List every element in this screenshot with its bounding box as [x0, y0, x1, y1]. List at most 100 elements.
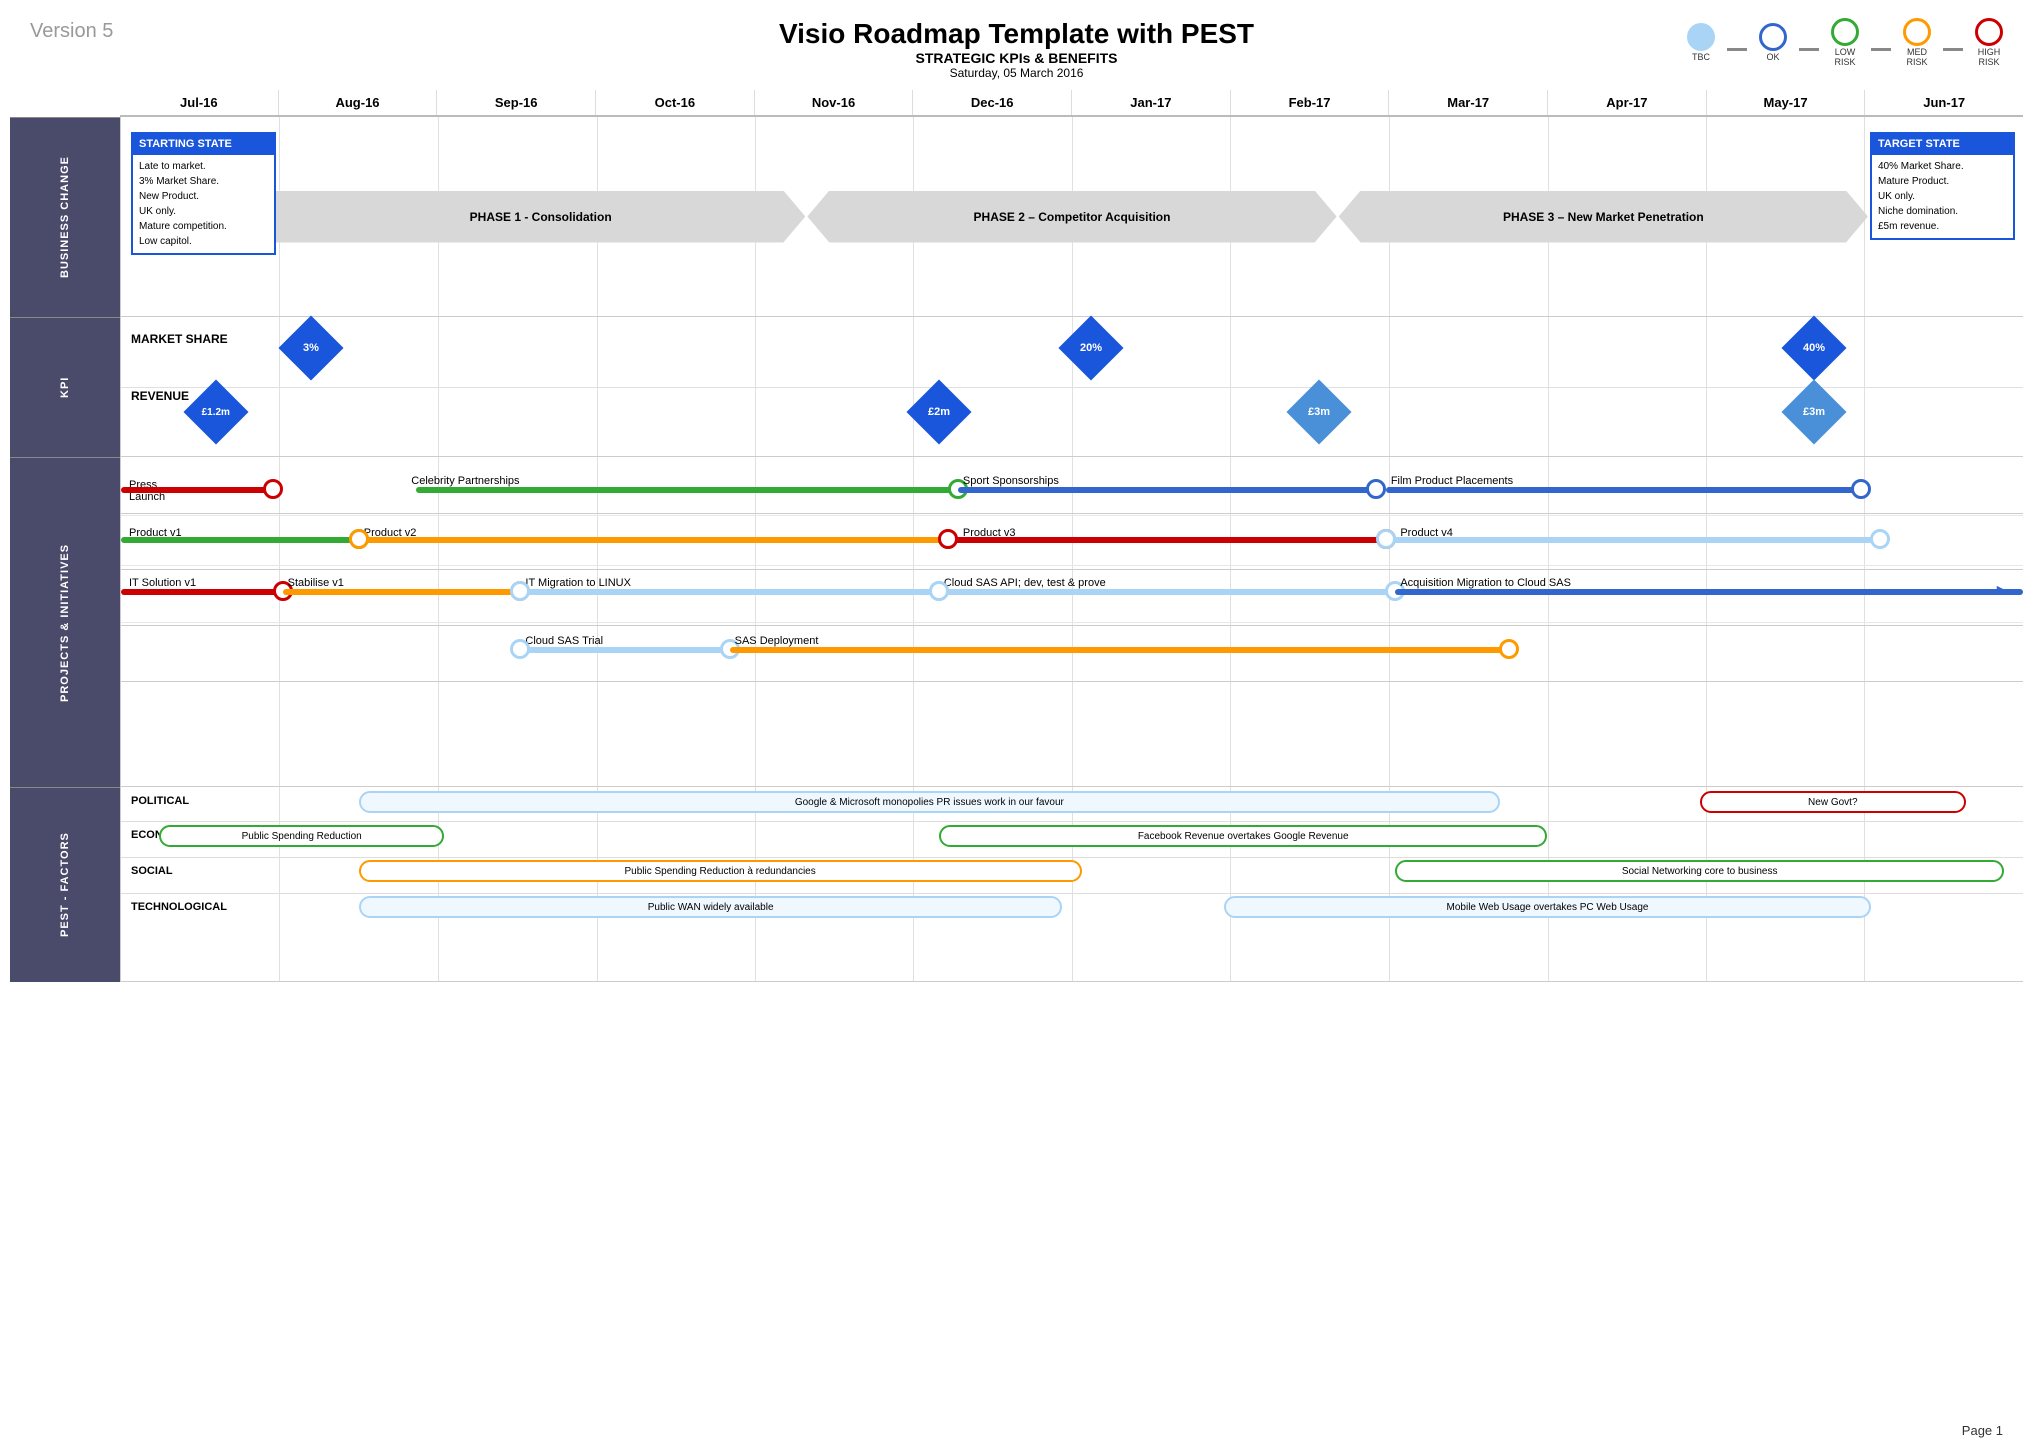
- it-solution-label: IT Solution v1: [129, 577, 196, 589]
- target-state-box: TARGET STATE 40% Market Share.Mature Pro…: [1870, 132, 2015, 240]
- product-v2-start-dot: [349, 529, 369, 549]
- projects-label: PROJECTS & INITIATIVES: [10, 457, 120, 787]
- market-share-label: MARKET SHARE: [131, 332, 228, 346]
- legend-connector-1: [1727, 48, 1747, 51]
- proj-div-3: [121, 622, 2023, 623]
- pest-vgrid-6: [1072, 787, 1073, 981]
- pest-vgrid-4: [755, 787, 756, 981]
- social-label: SOCIAL: [131, 865, 173, 877]
- product-v3-bar: [948, 537, 1385, 543]
- cloud-sas-api-start-dot: [929, 581, 949, 601]
- film-dot: [1851, 479, 1871, 499]
- product-v4-bar: [1386, 537, 1881, 543]
- phase-3-arrow: PHASE 3 – New Market Penetration: [1339, 191, 1868, 243]
- it-solution-bar: [121, 589, 283, 595]
- pest-vgrid-8: [1389, 787, 1390, 981]
- header: Version 5 Visio Roadmap Template with PE…: [10, 10, 2023, 84]
- kpi-divider: [121, 387, 2023, 388]
- rev-diamond-1: £1.2m: [184, 379, 249, 444]
- phase-1-label: PHASE 1 - Consolidation: [470, 210, 612, 224]
- month-aug: Aug-16: [279, 90, 438, 115]
- proj-hdiv-2: [121, 569, 2023, 570]
- rev-val-3: £3m: [1308, 406, 1330, 418]
- ok-circle: [1759, 23, 1787, 51]
- pest-hdiv-2: [121, 857, 2023, 858]
- month-apr: Apr-17: [1548, 90, 1707, 115]
- celebrity-bar: [416, 487, 958, 493]
- pest-hdiv-1: [121, 821, 2023, 822]
- product-v2-bar: [359, 537, 949, 543]
- business-change-label: BUSINESS CHANGE: [10, 117, 120, 317]
- product-v4-end-dot: [1870, 529, 1890, 549]
- acq-migration-label: Acquisition Migration to Cloud SAS: [1400, 577, 1571, 589]
- it-migration-label: IT Migration to LINUX: [525, 577, 631, 589]
- legend-low-risk: LOWRISK: [1831, 18, 1859, 68]
- phase-3-label: PHASE 3 – New Market Penetration: [1503, 210, 1704, 224]
- political-bar-1: Google & Microsoft monopolies PR issues …: [359, 791, 1500, 813]
- rev-val-2: £2m: [928, 406, 950, 418]
- low-risk-circle: [1831, 18, 1859, 46]
- ms-diamond-20: 20%: [1058, 315, 1123, 380]
- timeline-container: Jul-16 Aug-16 Sep-16 Oct-16 Nov-16 Dec-1…: [10, 90, 2023, 982]
- date-label: Saturday, 05 March 2016: [10, 66, 2023, 80]
- page: Version 5 Visio Roadmap Template with PE…: [0, 0, 2033, 1448]
- target-state-title: TARGET STATE: [1872, 134, 2013, 155]
- month-nov: Nov-16: [755, 90, 914, 115]
- pest-vgrid-5: [913, 787, 914, 981]
- page-number: Page 1: [1962, 1423, 2003, 1438]
- pest-hdiv-3: [121, 893, 2023, 894]
- ms-val-20: 20%: [1080, 342, 1102, 354]
- social-bar-1: Public Spending Reduction à redundancies: [359, 860, 1082, 882]
- projects-section: PROJECTS & INITIATIVES PressLaunch: [10, 457, 2023, 787]
- month-may: May-17: [1707, 90, 1866, 115]
- sas-deployment-label: SAS Deployment: [735, 635, 819, 647]
- legend-connector-3: [1871, 48, 1891, 51]
- cloud-sas-trial-bar: [520, 647, 729, 653]
- phases-row: PHASE 1 - Consolidation PHASE 2 – Compet…: [276, 188, 1868, 246]
- month-jan: Jan-17: [1072, 90, 1231, 115]
- technological-bar-2: Mobile Web Usage overtakes PC Web Usage: [1224, 896, 1871, 918]
- pest-vgrid-10: [1706, 787, 1707, 981]
- sas-deployment-bar: [730, 647, 1510, 653]
- kpi-section: KPI MARKET SHARE: [10, 317, 2023, 457]
- celebrity-label: Celebrity Partnerships: [411, 475, 519, 487]
- pest-label: PEST - FACTORS: [10, 787, 120, 982]
- sas-deployment-dot: [1499, 639, 1519, 659]
- ms-val-40: 40%: [1803, 342, 1825, 354]
- month-jun: Jun-17: [1865, 90, 2023, 115]
- starting-state-box: STARTING STATE Late to market.3% Market …: [131, 132, 276, 255]
- rev-diamond-3: £3m: [1287, 379, 1352, 444]
- cloud-sas-trial-start-dot: [510, 639, 530, 659]
- ms-diamond-40: 40%: [1781, 315, 1846, 380]
- month-header: Jul-16 Aug-16 Sep-16 Oct-16 Nov-16 Dec-1…: [120, 90, 2023, 117]
- stabilise-label: Stabilise v1: [288, 577, 344, 589]
- legend: TBC OK LOWRISK MEDRISK HIGHRISK: [1687, 18, 2003, 68]
- rev-val-4: £3m: [1803, 406, 1825, 418]
- month-mar: Mar-17: [1389, 90, 1548, 115]
- legend-high-risk: HIGHRISK: [1975, 18, 2003, 68]
- pest-section: PEST - FACTORS POLITICAL Google & Micros…: [10, 787, 2023, 982]
- tbc-circle: [1687, 23, 1715, 51]
- stabilise-bar: [283, 589, 521, 595]
- med-risk-circle: [1903, 18, 1931, 46]
- acq-migration-bar: [1395, 589, 2023, 595]
- month-feb: Feb-17: [1231, 90, 1390, 115]
- legend-ok: OK: [1759, 23, 1787, 63]
- sport-dot: [1366, 479, 1386, 499]
- rev-val-1: £1.2m: [202, 406, 230, 417]
- economical-bar-1: Public Spending Reduction: [159, 825, 444, 847]
- phase-2-arrow: PHASE 2 – Competitor Acquisition: [807, 191, 1336, 243]
- legend-connector-2: [1799, 48, 1819, 51]
- political-label: POLITICAL: [131, 795, 189, 807]
- pest-vgrid-2: [438, 787, 439, 981]
- projects-content: PressLaunch Celebrity Partnerships Sport…: [120, 457, 2023, 787]
- ms-diamond-3: 3%: [279, 315, 344, 380]
- business-change-section: BUSINESS CHANGE STARTING STATE La: [10, 117, 2023, 317]
- cloud-sas-api-label: Cloud SAS API; dev, test & prove: [944, 577, 1106, 589]
- proj-hdiv-3: [121, 625, 2023, 626]
- month-oct: Oct-16: [596, 90, 755, 115]
- phase-1-arrow: PHASE 1 - Consolidation: [276, 191, 805, 243]
- rev-diamond-2: £2m: [906, 379, 971, 444]
- product-v4-start-dot: [1376, 529, 1396, 549]
- proj-div-1: [121, 515, 2023, 516]
